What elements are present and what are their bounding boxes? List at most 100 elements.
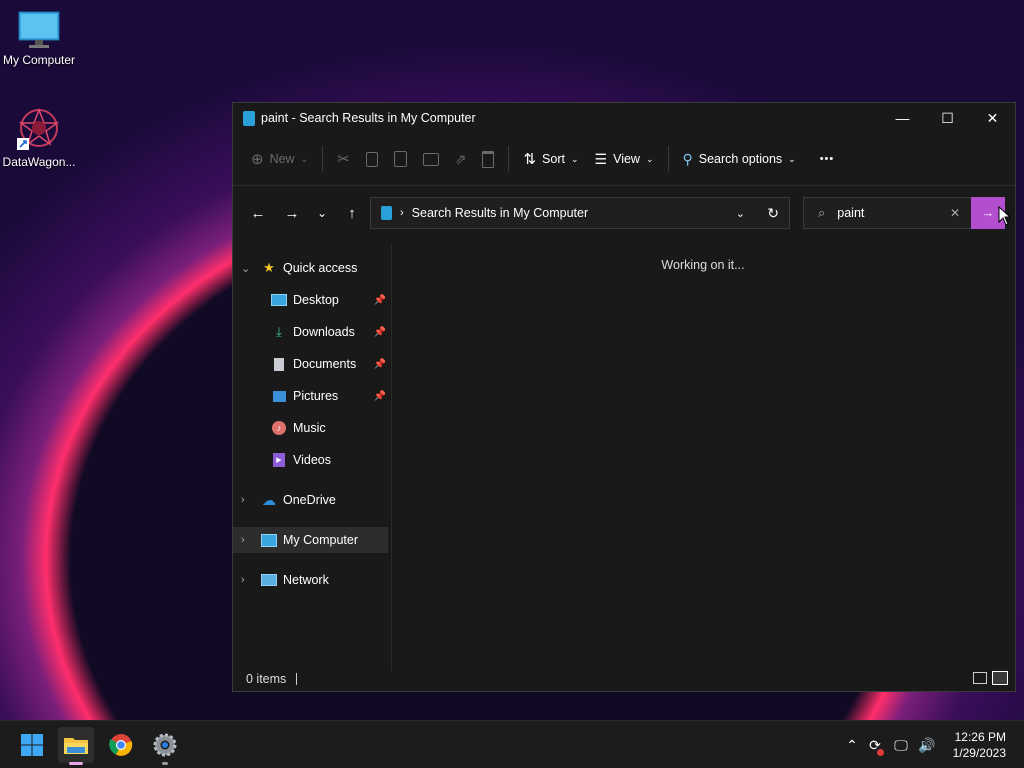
search-folder-icon: [381, 206, 392, 220]
taskbar-chrome[interactable]: [103, 727, 139, 763]
nav-label: OneDrive: [283, 493, 336, 507]
new-label: New: [269, 152, 295, 166]
taskbar-file-explorer[interactable]: [58, 727, 94, 765]
cut-button[interactable]: ✂: [329, 143, 358, 175]
taskbar-clock[interactable]: 12:26 PM 1/29/2023: [953, 729, 1006, 761]
start-button[interactable]: [14, 727, 50, 763]
download-icon: ⤓: [276, 324, 282, 339]
pane-divider[interactable]: [391, 243, 392, 671]
paste-button[interactable]: [386, 143, 415, 175]
file-list-area[interactable]: Working on it...: [393, 243, 1013, 673]
nav-videos[interactable]: ▶ Videos: [233, 447, 388, 473]
nav-network[interactable]: › Network: [233, 567, 388, 593]
close-button[interactable]: ✕: [970, 103, 1015, 133]
folder-icon: [64, 738, 88, 754]
nav-onedrive[interactable]: › ☁ OneDrive: [233, 487, 388, 513]
sync-status-icon[interactable]: ⟳: [862, 737, 888, 756]
nav-documents[interactable]: Documents 📌: [233, 351, 388, 377]
nav-label: My Computer: [283, 533, 359, 547]
network-icon: [261, 572, 277, 588]
window-title: paint - Search Results in My Computer: [261, 111, 476, 125]
taskbar: ⌃ ⟳ 🖵 🔊 12:26 PM 1/29/2023: [0, 720, 1024, 768]
chrome-icon: [109, 734, 133, 756]
arrow-left-icon: ←: [250, 204, 266, 222]
recent-locations-button[interactable]: ⌄: [307, 198, 337, 228]
datawagon-shortcut-icon: [17, 107, 60, 150]
view-label: View: [613, 152, 640, 166]
address-dropdown-button[interactable]: ⌄: [736, 207, 745, 220]
refresh-button[interactable]: ↻: [767, 205, 779, 222]
address-bar[interactable]: › Search Results in My Computer ⌄ ↻: [370, 197, 790, 229]
back-button[interactable]: ←: [243, 198, 273, 228]
search-options-icon: ⚲: [682, 150, 693, 167]
mouse-cursor-icon: [998, 206, 1012, 226]
minimize-button[interactable]: —: [880, 103, 925, 133]
search-box[interactable]: ⌕ paint ✕ →: [803, 197, 1005, 229]
chevron-down-icon: ⌄: [570, 153, 579, 164]
view-button[interactable]: ☰ View ⌄: [587, 143, 662, 175]
up-button[interactable]: ↑: [337, 198, 367, 228]
plus-circle-icon: ⊕: [251, 151, 264, 168]
maximize-button[interactable]: ☐: [925, 103, 970, 133]
show-hidden-icons-button[interactable]: ⌃: [842, 737, 862, 754]
search-options-button[interactable]: ⚲ Search options ⌄: [675, 143, 804, 175]
sort-arrows-icon: ⇅: [523, 151, 537, 168]
windows-logo-icon: [21, 734, 43, 756]
item-count: 0 items: [246, 672, 287, 686]
tiles-view-button[interactable]: [992, 671, 1008, 685]
desktop-icon-my-computer[interactable]: My Computer: [0, 10, 78, 67]
pin-icon: 📌: [373, 294, 386, 306]
toolbar-divider: [667, 146, 669, 172]
copy-icon: [365, 151, 378, 167]
nav-label: Pictures: [293, 389, 339, 403]
picture-icon: [271, 388, 287, 404]
system-tray: ⌃ ⟳ 🖵 🔊: [842, 721, 940, 768]
copy-button[interactable]: [358, 143, 386, 175]
chevron-right-icon: ›: [241, 574, 245, 586]
desktop-icon-label: My Computer: [2, 53, 76, 67]
music-icon: ♪: [271, 420, 287, 436]
rename-icon: [422, 152, 439, 166]
sort-label: Sort: [542, 152, 565, 166]
breadcrumb-chevron-icon: ›: [400, 207, 404, 219]
active-app-indicator: [69, 762, 83, 765]
desktop-icon-label: DataWagon...: [2, 155, 76, 169]
desktop-icon-datawagon[interactable]: DataWagon...: [0, 106, 78, 169]
pin-icon: 📌: [373, 326, 386, 338]
ellipsis-icon: •••: [819, 153, 835, 165]
more-options-button[interactable]: •••: [812, 143, 843, 175]
forward-button[interactable]: →: [277, 198, 307, 228]
toolbar-divider: [322, 146, 324, 172]
search-folder-icon: [243, 110, 255, 126]
clock-date: 1/29/2023: [952, 746, 1006, 760]
nav-pictures[interactable]: Pictures 📌: [233, 383, 388, 409]
monitor-icon: [261, 532, 277, 548]
share-button[interactable]: ⇗: [447, 143, 475, 175]
volume-icon[interactable]: 🔊: [914, 737, 940, 754]
clear-search-button[interactable]: ✕: [950, 206, 960, 220]
nav-label: Quick access: [283, 261, 358, 275]
new-button[interactable]: ⊕ New ⌄: [243, 143, 316, 175]
search-input[interactable]: paint: [837, 206, 864, 220]
share-icon: ⇗: [454, 150, 467, 167]
taskbar-settings[interactable]: [147, 727, 183, 765]
sort-button[interactable]: ⇅ Sort ⌄: [515, 143, 586, 175]
arrow-right-icon: →: [284, 204, 300, 222]
delete-button[interactable]: [474, 143, 502, 175]
chevron-down-icon: ⌄: [788, 153, 796, 164]
nav-quick-access[interactable]: ⌄ ★ Quick access: [233, 255, 388, 281]
nav-label: Music: [293, 421, 326, 435]
loading-message: Working on it...: [661, 258, 745, 272]
nav-my-computer[interactable]: › My Computer: [233, 527, 388, 553]
network-status-icon[interactable]: 🖵: [888, 737, 914, 754]
nav-downloads[interactable]: ⤓ Downloads 📌: [233, 319, 388, 345]
scissors-icon: ✂: [337, 151, 350, 168]
nav-label: Desktop: [293, 293, 339, 307]
nav-desktop[interactable]: Desktop 📌: [233, 287, 388, 313]
command-bar: ⊕ New ⌄ ✂ ⇗ ⇅ Sort ⌄ ☰ View ⌄ ⚲ Search o…: [233, 133, 1015, 186]
rename-button[interactable]: [415, 143, 447, 175]
nav-label: Videos: [293, 453, 331, 467]
nav-music[interactable]: ♪ Music: [233, 415, 388, 441]
details-view-button[interactable]: [973, 672, 987, 684]
nav-label: Network: [283, 573, 329, 587]
